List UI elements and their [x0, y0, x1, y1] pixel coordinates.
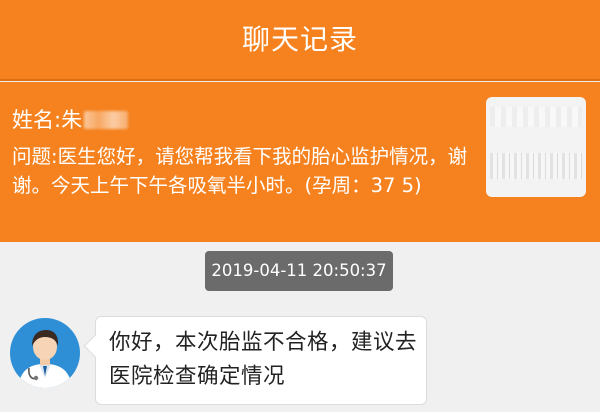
- patient-question: 问题:医生您好，请您帮我看下我的胎心监护情况，谢谢。今天上午下午各吸氧半小时。(…: [12, 145, 468, 197]
- page-title: 聊天记录: [241, 23, 358, 56]
- chat-message-bubble: 你好，本次胎监不合格，建议去医院检查确定情况: [83, 316, 427, 405]
- patient-name-row: 姓名:朱: [12, 104, 129, 134]
- thumbnail-chart-trace: [490, 107, 582, 127]
- chat-timestamp: 2019-04-11 20:50:37: [205, 251, 393, 291]
- header-bar: 聊天记录: [0, 0, 600, 81]
- bubble-tail: [83, 334, 107, 358]
- name-redaction-blur: [84, 111, 129, 129]
- thumbnail-chart-grid: [490, 153, 582, 179]
- doctor-avatar-icon[interactable]: [10, 318, 80, 388]
- fetal-monitor-report-thumbnail[interactable]: [486, 97, 586, 197]
- doctor-figure-icon: [18, 330, 72, 388]
- chat-message-text: 你好，本次胎监不合格，建议去医院检查确定情况: [109, 330, 418, 389]
- patient-name-label: 姓名:朱: [12, 108, 83, 132]
